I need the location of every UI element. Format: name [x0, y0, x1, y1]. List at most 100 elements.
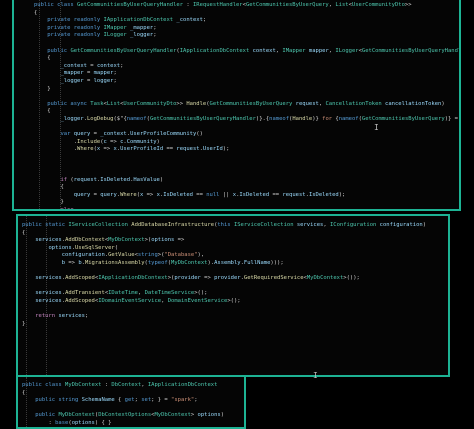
- code-token: GetCommunitiesByUserQueryHandl: [361, 47, 461, 54]
- code-token: ;: [113, 70, 117, 77]
- code-token: ): [156, 138, 160, 145]
- code-token: MigrationsAssembly: [84, 259, 145, 266]
- code-token: .: [34, 138, 78, 145]
- code-token: =>: [65, 259, 79, 266]
- code-token: IDomainEventService: [98, 297, 162, 304]
- code-token: services: [55, 313, 85, 320]
- code-token: :: [101, 382, 112, 388]
- code-line: var query = _context.UserProfileCommunit…: [34, 131, 459, 139]
- code-line: }: [34, 86, 459, 94]
- code-token: ILogger: [103, 32, 127, 39]
- code-token: GetCommunitiesByUserQuery: [209, 100, 293, 107]
- code-block: public class GetCommunitiesByUserQueryHa…: [34, 2, 461, 209]
- code-token: "spark": [171, 397, 195, 404]
- text-cursor-icon: I: [374, 123, 379, 132]
- code-token: GetCommunitiesByUserQueryHandler: [77, 2, 184, 8]
- code-line: {: [34, 108, 459, 116]
- code-token: set: [141, 397, 152, 404]
- code-token: _context: [173, 17, 203, 24]
- code-token: options: [151, 237, 175, 244]
- code-line: private readonly ILogger _logger;: [34, 32, 459, 40]
- code-token: IMapper: [103, 24, 127, 31]
- code-token: Handle: [186, 100, 207, 107]
- code-token: UseSqlServer: [75, 244, 115, 251]
- code-token: _logger: [126, 32, 154, 39]
- code-token: configuration: [376, 222, 423, 228]
- code-token: options: [71, 419, 95, 426]
- code-token: MyDbContext: [154, 412, 191, 419]
- code-line: : base(options) { }: [22, 419, 224, 427]
- code-token: UserCommunityDto: [351, 2, 405, 8]
- code-token: query: [73, 191, 91, 198]
- code-token: IRequestHandler: [192, 2, 243, 8]
- code-token: )));: [270, 259, 284, 266]
- code-token: IsDeleted: [239, 191, 270, 198]
- code-token: MyDbContext: [65, 382, 102, 388]
- code-token: UserProfileCommunity: [130, 131, 197, 138]
- code-line: query = query.Where(x => x.IsDeleted == …: [34, 191, 459, 200]
- code-token: );: [222, 146, 230, 153]
- code-line: {: [34, 10, 459, 18]
- code-token: DomainEventService: [167, 297, 228, 304]
- code-token: List: [106, 100, 121, 107]
- code-token: IApplicationDbContext: [103, 17, 174, 24]
- code-token: var: [60, 131, 74, 138]
- code-token: Task: [90, 100, 104, 107]
- code-line: _logger.LogDebug($"{nameof(GetCommunitie…: [34, 115, 459, 124]
- code-token: List: [335, 2, 349, 8]
- code-token: context: [96, 62, 121, 69]
- code-token: provider: [214, 275, 241, 282]
- code-token: >();: [227, 297, 241, 304]
- code-token: ,: [141, 382, 148, 388]
- code-token: base: [55, 419, 69, 426]
- code-token: context: [249, 47, 276, 54]
- code-token: ||: [219, 191, 233, 198]
- code-token: options: [48, 244, 72, 251]
- code-line: b => b.MigrationsAssembly(typeof(MyDbCon…: [22, 260, 426, 268]
- code-token: UserCommunityDto: [123, 100, 177, 107]
- code-line: services.AddTransient<IDateTime, DateTim…: [22, 290, 426, 298]
- code-token: ;: [84, 313, 89, 320]
- code-line: public static IServiceCollection AddData…: [22, 222, 426, 230]
- code-token: =>: [143, 191, 157, 198]
- code-snippet-db-context: public class MyDbContext : DbContext, IA…: [16, 375, 246, 429]
- code-token: LogDebug: [87, 115, 114, 122]
- code-token: string: [137, 252, 158, 259]
- code-token: );: [338, 191, 346, 198]
- code-token: DbContextOptions: [98, 412, 152, 419]
- code-line: private readonly IMapper _mapper;: [34, 24, 459, 33]
- code-token: get: [124, 397, 135, 404]
- code-token: private readonly: [47, 32, 104, 39]
- code-token: public static: [22, 222, 69, 228]
- code-token: this: [217, 222, 234, 228]
- code-token: services: [35, 290, 62, 297]
- code-token: _logger: [60, 77, 84, 84]
- code-token: =: [83, 70, 94, 77]
- code-line: public string SchemaName { get; set; } =…: [22, 397, 224, 405]
- code-token: _logger: [60, 115, 84, 122]
- code-token: typeof: [147, 259, 168, 266]
- code-token: )}.{: [255, 115, 270, 122]
- code-token: ) { }: [94, 419, 112, 426]
- code-token: {: [34, 55, 51, 62]
- code-token: ; } =: [151, 397, 172, 404]
- code-token: GetCommunitiesByUserQuery: [245, 2, 329, 8]
- code-token: ==: [269, 191, 283, 198]
- code-token: query: [100, 191, 117, 198]
- code-line: private readonly IApplicationDbContext _…: [34, 17, 459, 25]
